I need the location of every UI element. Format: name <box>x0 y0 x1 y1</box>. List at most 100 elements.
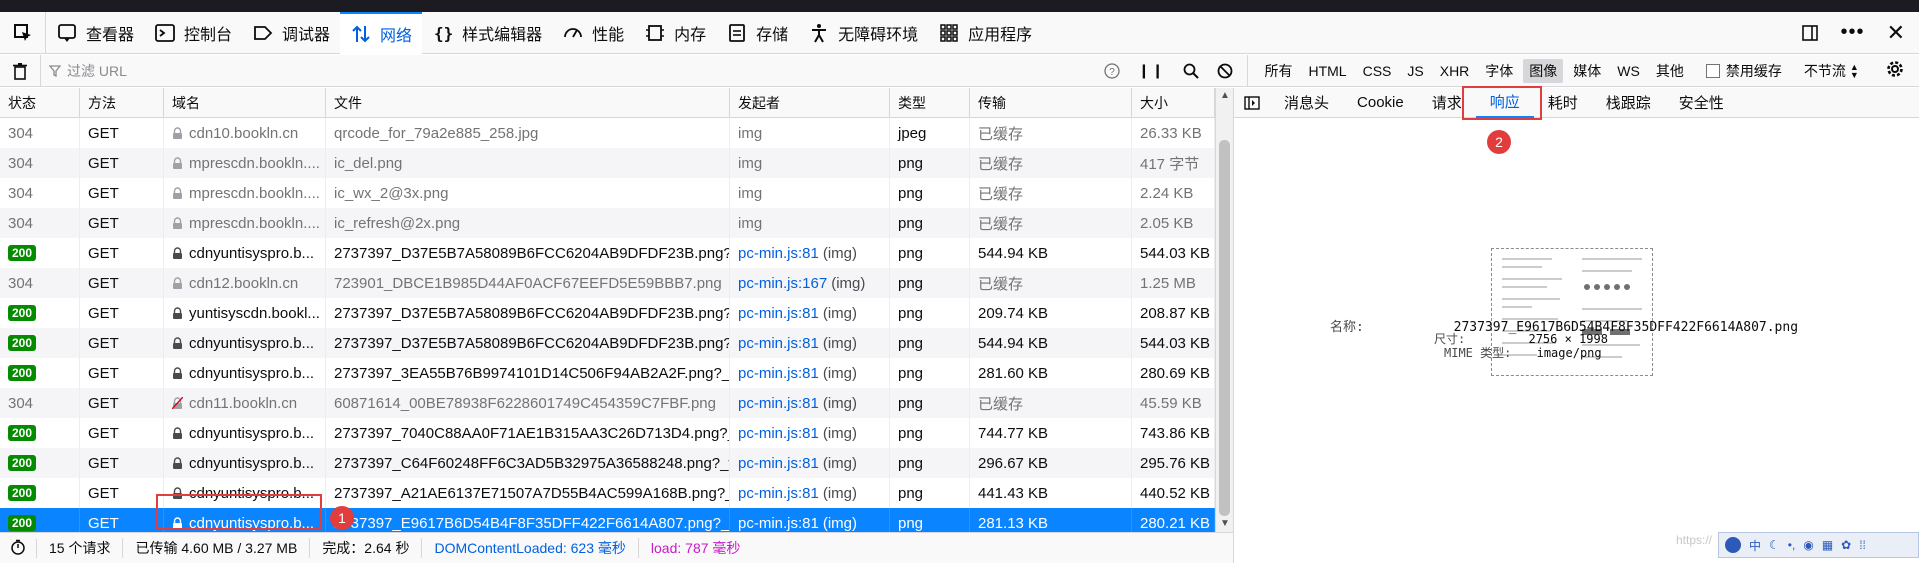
column-header[interactable]: 状态 <box>0 88 80 118</box>
initiator-cause: (img) <box>822 454 858 472</box>
type-filter-button[interactable]: CSS <box>1357 61 1398 81</box>
table-row[interactable]: 200 GET cdnyuntisyspro.b... 2737397_C64F602… <box>0 448 1215 478</box>
initiator-link[interactable]: pc-min.js:81 <box>738 455 819 472</box>
tool-tab[interactable]: 网络 <box>340 11 423 54</box>
window-top-strip <box>0 0 1919 12</box>
details-tab[interactable]: Cookie <box>1343 88 1418 118</box>
table-row[interactable]: 304 GET cdn10.bookln.cn qrcode_for_79a2e885… <box>0 118 1215 148</box>
tool-tab[interactable]: 性能 <box>552 12 634 54</box>
type-filter-button[interactable]: JS <box>1401 61 1429 81</box>
toggle-panel-button[interactable] <box>1234 95 1270 110</box>
details-tab[interactable]: 安全性 <box>1665 88 1738 118</box>
throttle-select[interactable]: 不节流 ▲ ▼ <box>1782 61 1859 81</box>
scroll-down-icon[interactable]: ▼ <box>1220 518 1230 529</box>
inspector-icon <box>58 23 76 42</box>
ime-keyboard-icon[interactable]: ▦ <box>1822 538 1833 552</box>
initiator-link[interactable]: pc-min.js:81 <box>738 515 819 532</box>
dock-icon[interactable] <box>1801 24 1819 42</box>
initiator-link[interactable]: pc-min.js:81 <box>738 335 819 352</box>
type-filter-button[interactable]: HTML <box>1302 61 1352 81</box>
tool-tab-label: 性能 <box>592 26 625 44</box>
tool-tab[interactable]: 存储 <box>716 12 798 54</box>
block-icon[interactable] <box>1217 63 1233 79</box>
type-filter-button[interactable]: 其他 <box>1650 59 1690 83</box>
table-row[interactable]: 304 GET mprescdn.bookln.... ic_refresh@2x.p… <box>0 208 1215 238</box>
mime-row: MIME 类型: image/png <box>1444 344 1602 361</box>
initiator-link[interactable]: pc-min.js:167 <box>738 275 827 292</box>
column-header[interactable]: 大小 <box>1132 88 1215 118</box>
pause-icon[interactable]: ❙❙ <box>1138 62 1165 79</box>
ime-logo-icon[interactable] <box>1725 537 1741 553</box>
table-row[interactable]: 304 GET cdn11.bookln.cn 60871614_00BE78938F… <box>0 388 1215 418</box>
column-header[interactable]: 传输 <box>970 88 1132 118</box>
ime-chinese-icon[interactable]: 中 <box>1749 537 1761 554</box>
initiator-link[interactable]: pc-min.js:81 <box>738 245 819 262</box>
initiator-link[interactable]: pc-min.js:81 <box>738 395 819 412</box>
clear-button[interactable] <box>0 62 40 80</box>
initiator-link[interactable]: pc-min.js:81 <box>738 425 819 442</box>
help-button[interactable]: ? <box>1100 59 1124 83</box>
tool-tab[interactable]: 查看器 <box>46 12 144 54</box>
table-row[interactable]: 200 GET cdnyuntisyspro.b... 2737397_7040C88… <box>0 418 1215 448</box>
table-row[interactable]: 304 GET mprescdn.bookln.... ic_del.png img pn… <box>0 148 1215 178</box>
type-filter-button[interactable]: WS <box>1611 61 1646 81</box>
initiator-link[interactable]: pc-min.js:81 <box>738 485 819 502</box>
disable-cache-toggle[interactable]: 禁用缓存 <box>1690 61 1782 81</box>
table-body: 304 GET cdn10.bookln.cn qrcode_for_79a2e885… <box>0 118 1215 532</box>
tool-tab[interactable]: 内存 <box>634 12 716 54</box>
tool-tab[interactable]: {} 样式编辑器 <box>422 12 552 54</box>
initiator-link[interactable]: pc-min.js:81 <box>738 305 819 322</box>
column-header[interactable]: 发起者 <box>730 88 890 118</box>
element-picker-button[interactable] <box>0 11 46 54</box>
initiator-link[interactable]: pc-min.js:81 <box>738 365 819 382</box>
type-filter-button[interactable]: 所有 <box>1258 59 1298 83</box>
table-row[interactable]: 200 GET cdnyuntisyspro.b... 2737397_D37E5B7… <box>0 238 1215 268</box>
throttle-label: 不节流 <box>1803 62 1846 79</box>
tool-tab-label: 调试器 <box>282 26 331 44</box>
column-header[interactable]: 域名 <box>164 88 326 118</box>
settings-button[interactable] <box>1885 59 1919 82</box>
type-filter-button[interactable]: XHR <box>1434 61 1476 81</box>
initiator-cell: pc-min.js:81 (img) <box>730 298 890 328</box>
ime-skin-icon[interactable]: ✿ <box>1841 538 1851 552</box>
tool-tab-label: 网络 <box>380 27 413 45</box>
tool-tab[interactable]: 调试器 <box>242 12 340 54</box>
vertical-scrollbar[interactable]: ▲ ▼ <box>1215 88 1233 532</box>
type-filter-button[interactable]: 字体 <box>1479 59 1519 83</box>
table-row[interactable]: 304 GET mprescdn.bookln.... ic_wx_2@3x.png i… <box>0 178 1215 208</box>
method-cell: GET <box>80 388 164 418</box>
transfer-cell: 已缓存 <box>970 178 1132 208</box>
ime-grid-icon[interactable]: ⁞⁞ <box>1859 538 1866 552</box>
scrollbar-thumb[interactable] <box>1219 140 1230 516</box>
style-editor-icon: {} <box>434 24 453 43</box>
ime-moon-icon[interactable]: ☾ <box>1769 538 1780 552</box>
column-header[interactable]: 类型 <box>890 88 970 118</box>
search-icon[interactable] <box>1183 63 1200 79</box>
tool-tab[interactable]: 无障碍环境 <box>798 12 928 54</box>
ime-mic-icon[interactable]: ◉ <box>1803 538 1813 552</box>
tool-tab[interactable]: 控制台 <box>144 12 242 54</box>
type-filter-button[interactable]: 图像 <box>1523 58 1564 83</box>
type-cell: png <box>890 388 970 418</box>
funnel-icon <box>49 64 61 77</box>
close-icon[interactable]: ✕ <box>1887 20 1905 46</box>
column-header[interactable]: 文件 <box>326 88 730 118</box>
table-row[interactable]: 304 GET cdn12.bookln.cn 723901_DBCE1B985D44… <box>0 268 1215 298</box>
more-icon[interactable]: ••• <box>1841 21 1865 44</box>
tool-tab[interactable]: 应用程序 <box>928 12 1042 54</box>
table-row[interactable]: 200 GET cdnyuntisyspro.b... 2737397_3EA55B7… <box>0 358 1215 388</box>
table-row[interactable]: 200 GET yuntisyscdn.bookl... 2737397_D37E5B… <box>0 298 1215 328</box>
details-tab[interactable]: 栈跟踪 <box>1592 88 1665 118</box>
details-tab[interactable]: 消息头 <box>1270 88 1343 118</box>
column-header[interactable]: 方法 <box>80 88 164 118</box>
size-cell: 544.03 KB <box>1132 328 1215 358</box>
filter-urls[interactable]: 过滤 URL <box>40 54 1100 87</box>
disable-cache-checkbox[interactable] <box>1705 63 1720 78</box>
details-tab[interactable]: 耗时 <box>1534 88 1592 118</box>
type-filter-button[interactable]: 媒体 <box>1567 59 1607 83</box>
transfer-cell: 441.43 KB <box>970 478 1132 508</box>
scroll-up-icon[interactable]: ▲ <box>1220 90 1230 101</box>
transfer-cell: 已缓存 <box>970 118 1132 148</box>
ime-punct-icon[interactable]: •, <box>1788 538 1796 552</box>
table-row[interactable]: 200 GET cdnyuntisyspro.b... 2737397_D37E5B7… <box>0 328 1215 358</box>
